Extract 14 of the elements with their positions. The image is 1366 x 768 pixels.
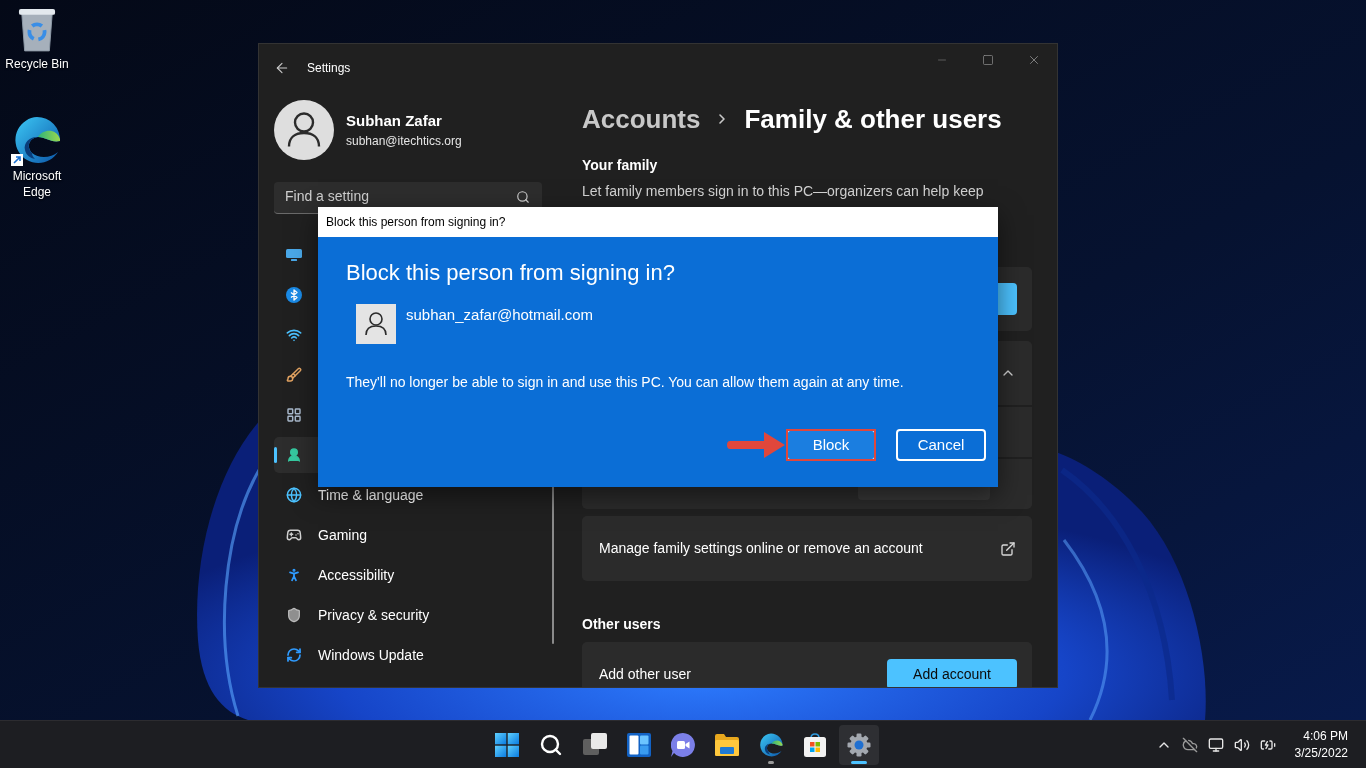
dialog-message: They'll no longer be able to sign in and use this PC. You can allow them again at any time. [346, 373, 905, 392]
dialog-heading: Block this person from signing in? [346, 259, 676, 287]
desktop-icon-label: Microsoft Edge [11, 168, 63, 200]
section-heading: Your family [582, 156, 659, 175]
profile-name: Subhan Zafar [346, 111, 443, 131]
account-email: subhan_zafar@hotmail.com [406, 305, 593, 325]
section-heading: Other users [582, 615, 662, 634]
dialog-title: Block this person from signing in? [326, 214, 506, 231]
page-title: Family & other users [744, 102, 1002, 136]
desktop-icon-label: Recycle Bin [4, 56, 70, 72]
add-user-label: Add other user [599, 665, 691, 684]
window-title: Settings [307, 60, 351, 77]
profile-email: subhan@itechtics.org [346, 133, 462, 149]
section-description: Let family members sign in to this PC—organizers can help keep [582, 182, 985, 201]
